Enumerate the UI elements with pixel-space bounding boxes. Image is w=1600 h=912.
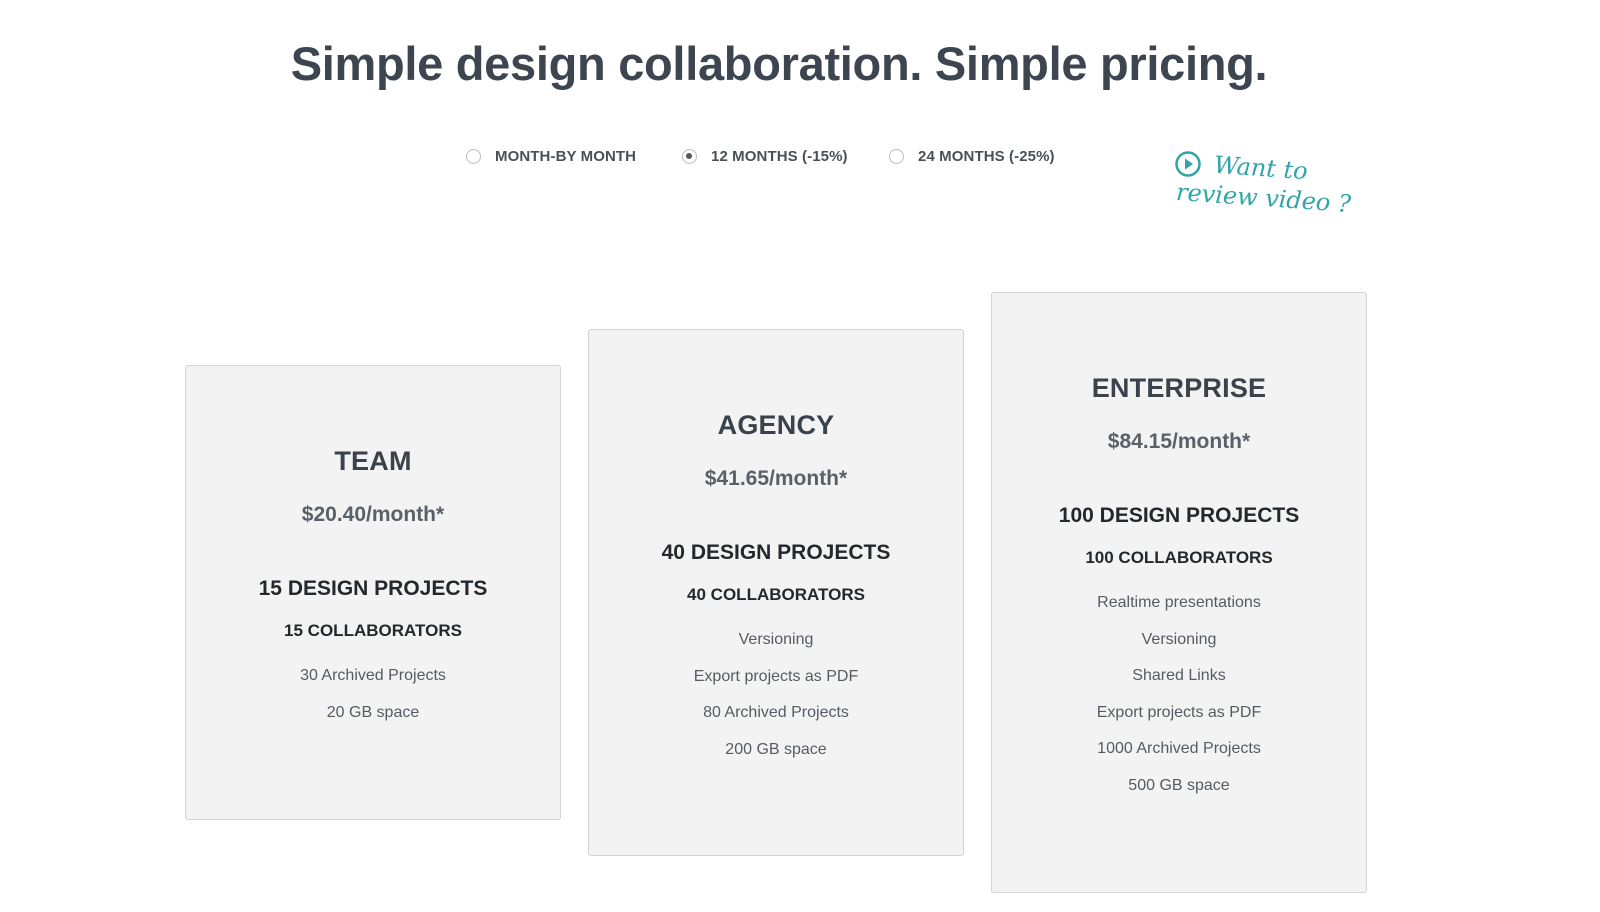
plan-name: ENTERPRISE xyxy=(1091,373,1267,403)
radio-12-months[interactable] xyxy=(682,149,697,164)
plan-feature: 20 GB space xyxy=(326,703,420,721)
billing-period-selector: MONTH-BY MONTH 12 MONTHS (-15%) 24 MONTH… xyxy=(0,148,1600,174)
plan-feature: 1000 Archived Projects xyxy=(1097,740,1261,757)
billing-option-24-months[interactable]: 24 MONTHS (-25%) xyxy=(889,148,1055,165)
billing-option-12-months[interactable]: 12 MONTHS (-15%) xyxy=(682,148,848,165)
plan-design-projects: 40 DESIGN PROJECTS xyxy=(661,541,891,564)
billing-option-label: 12 MONTHS (-15%) xyxy=(711,148,848,165)
plan-feature: 200 GB space xyxy=(725,740,827,758)
plan-design-projects: 100 DESIGN PROJECTS xyxy=(1058,504,1300,527)
review-video-text-line2: review video ? xyxy=(1175,177,1352,219)
plan-feature-list: 30 Archived Projects 20 GB space xyxy=(186,658,560,731)
plan-feature-list: Realtime presentations Versioning Shared… xyxy=(992,585,1366,804)
review-video-text-line1: Want to xyxy=(1213,150,1309,186)
plan-feature: 80 Archived Projects xyxy=(703,704,849,721)
plan-feature-list: Versioning Export projects as PDF 80 Arc… xyxy=(589,622,963,768)
radio-24-months[interactable] xyxy=(889,149,904,164)
plan-card-agency: AGENCY $41.65/month* 40 DESIGN PROJECTS … xyxy=(588,329,964,856)
plan-feature: Export projects as PDF xyxy=(693,667,859,685)
billing-option-label: 24 MONTHS (-25%) xyxy=(918,148,1055,165)
plan-feature: Versioning xyxy=(1141,630,1217,648)
plan-name: TEAM xyxy=(334,446,412,476)
plan-feature: Versioning xyxy=(738,631,814,648)
plan-feature: 30 Archived Projects xyxy=(300,667,446,684)
plan-feature: Export projects as PDF xyxy=(1096,703,1262,721)
plan-feature: Shared Links xyxy=(1132,667,1226,684)
page-title: Simple design collaboration. Simple pric… xyxy=(290,37,1268,90)
plan-price: $41.65/month* xyxy=(704,467,848,490)
plan-name: AGENCY xyxy=(717,410,835,440)
plan-feature: 500 GB space xyxy=(1128,776,1230,794)
plan-design-projects: 15 DESIGN PROJECTS xyxy=(258,577,488,600)
plan-collaborators: 40 COLLABORATORS xyxy=(687,585,865,604)
billing-option-monthly[interactable]: MONTH-BY MONTH xyxy=(466,148,636,165)
plan-feature: Realtime presentations xyxy=(1097,594,1261,611)
plan-price: $20.40/month* xyxy=(301,503,445,526)
plan-collaborators: 15 COLLABORATORS xyxy=(284,621,462,640)
review-video-link[interactable]: Want to review video ? xyxy=(1174,148,1354,228)
plan-collaborators: 100 COLLABORATORS xyxy=(1085,548,1273,567)
play-circle-icon xyxy=(1175,151,1201,177)
plan-card-enterprise: ENTERPRISE $84.15/month* 100 DESIGN PROJ… xyxy=(991,292,1367,893)
plan-card-team: TEAM $20.40/month* 15 DESIGN PROJECTS 15… xyxy=(185,365,561,820)
plan-price: $84.15/month* xyxy=(1107,430,1251,453)
radio-monthly[interactable] xyxy=(466,149,481,164)
billing-option-label: MONTH-BY MONTH xyxy=(495,148,637,165)
